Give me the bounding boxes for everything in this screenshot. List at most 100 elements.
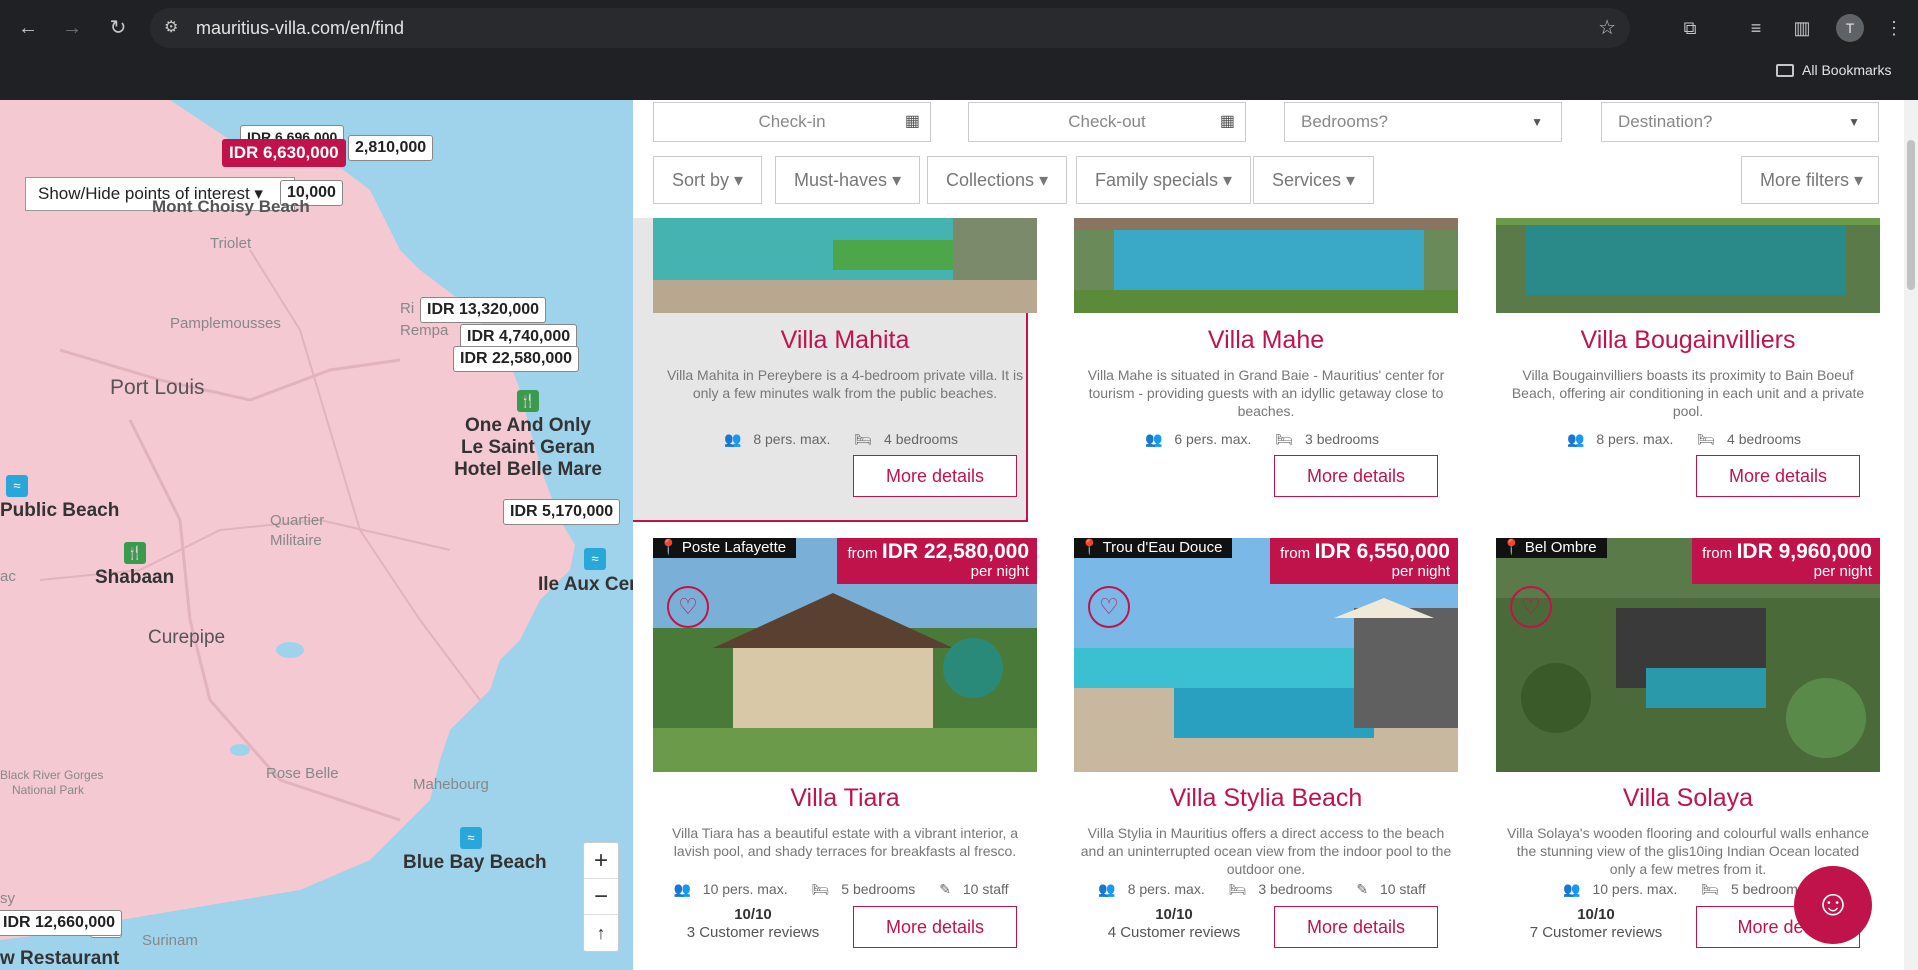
favorite-heart-icon[interactable]: ♡ (667, 586, 709, 628)
toolbar: ← → ↻ ⚙ mauritius-villa.com/en/find ☆ ⧉ … (0, 0, 1918, 56)
more-details-button[interactable]: More details (1696, 455, 1860, 497)
listings-panel: Check-in ▦ Check-out ▦ Bedrooms? ▼ Destinat… (633, 100, 1918, 970)
beach-icon[interactable]: ≈ (584, 548, 606, 570)
price-amount: IDR 9,960,000 (1736, 540, 1872, 563)
listing-name[interactable]: Villa Stylia Beach (1074, 784, 1458, 813)
calendar-icon: ▦ (1219, 113, 1235, 130)
guests-info: 👥 8 pers. max. (724, 431, 831, 447)
sort-by-button[interactable]: Sort by ▾ (653, 156, 763, 204)
listing-meta: 👥 8 pers. max. 🛏 4 bedrooms (1496, 431, 1880, 448)
bedrooms-info: 🛏 4 bedrooms (1697, 431, 1801, 447)
menu-kebab-icon[interactable]: ⋮ (1880, 14, 1908, 42)
location-text: Trou d'Eau Douce (1102, 539, 1223, 556)
caret-down-icon: ▾ (1854, 170, 1864, 190)
listing-name[interactable]: Villa Mahita (653, 326, 1037, 355)
all-bookmarks[interactable]: All Bookmarks (1776, 62, 1891, 78)
scrollbar-thumb[interactable] (1907, 140, 1915, 290)
location-text: Poste Lafayette (681, 539, 787, 556)
staff-info: ✎ 10 staff (1356, 881, 1426, 897)
map-price-marker[interactable]: IDR 13,320,000 (420, 297, 547, 323)
profile-avatar[interactable]: T (1836, 14, 1864, 42)
zoom-in-button[interactable]: + (584, 843, 618, 879)
reviews-count[interactable]: 3 Customer reviews (687, 924, 820, 941)
site-info-icon[interactable]: ⚙ (164, 8, 178, 48)
guests-text: 8 pers. max. (753, 431, 831, 447)
listing-name[interactable]: Villa Tiara (653, 784, 1037, 813)
price-per: per night (1813, 563, 1872, 580)
compass-button[interactable]: ↑ (584, 915, 618, 951)
bookmarks-label: All Bookmarks (1802, 62, 1892, 78)
more-details-button[interactable]: More details (853, 906, 1017, 948)
button-label: Family specials (1095, 170, 1219, 190)
location-tag: 📍 Poste Lafayette (653, 538, 797, 558)
listing-card[interactable]: 📍 Trou d'Eau Douce from IDR 6,550,000 per… (1074, 538, 1458, 958)
map-price-marker[interactable]: IDR 5,170,000 (503, 499, 621, 525)
map-sublabel: Triolet (210, 235, 252, 252)
favorite-heart-icon[interactable]: ♡ (1088, 586, 1130, 628)
map-price-marker-selected[interactable]: IDR 6,630,000 (222, 139, 346, 167)
destination-select[interactable]: Destination? ▼ (1601, 102, 1879, 142)
guests-info: 👥 10 pers. max. (673, 881, 788, 897)
beach-icon[interactable]: ≈ (6, 475, 28, 497)
restaurant-icon[interactable]: 🍴 (517, 390, 539, 412)
side-panel-icon[interactable]: ▥ (1788, 14, 1816, 42)
reload-icon[interactable]: ↻ (104, 14, 132, 42)
map[interactable]: Show/Hide points of interest ▾ IDR 6,696… (0, 100, 633, 970)
bedrooms-text: 3 bedrooms (1258, 881, 1333, 897)
map-sublabel: ac (0, 568, 16, 585)
bedrooms-text: 4 bedrooms (884, 431, 958, 447)
media-icon[interactable]: ≡ (1742, 14, 1770, 42)
rating-score: 10/10 (1577, 906, 1615, 923)
price-amount: IDR 6,550,000 (1314, 540, 1450, 563)
more-filters-button[interactable]: More filters ▾ (1741, 156, 1879, 204)
page-scrollbar[interactable] (1904, 100, 1918, 970)
map-sublabel: Black River Gorges (0, 768, 104, 782)
zoom-out-button[interactable]: − (584, 879, 618, 915)
listing-name[interactable]: Villa Mahe (1074, 326, 1458, 355)
caret-down-icon: ▾ (1039, 170, 1049, 190)
checkout-field[interactable]: Check-out ▦ (968, 102, 1246, 142)
must-haves-button[interactable]: Must-haves ▾ (775, 156, 921, 204)
map-sublabel: National Park (12, 783, 85, 797)
checkin-field[interactable]: Check-in ▦ (653, 102, 931, 142)
favorite-heart-icon[interactable]: ♡ (1510, 586, 1552, 628)
caret-down-icon: ▾ (734, 170, 744, 190)
reviews-count[interactable]: 4 Customer reviews (1108, 924, 1241, 941)
browser-chrome: ← → ↻ ⚙ mauritius-villa.com/en/find ☆ ⧉ … (0, 0, 1918, 100)
chat-widget-icon[interactable]: ☺ (1794, 866, 1872, 944)
extensions-icon[interactable]: ⧉ (1676, 14, 1704, 42)
map-price-marker[interactable]: IDR 12,660,000 (0, 910, 123, 936)
map-label-ile-aux-cerfs: Ile Aux Cer (538, 574, 633, 595)
guests-text: 8 pers. max. (1596, 431, 1674, 447)
map-price-marker[interactable]: IDR 22,580,000 (453, 346, 580, 372)
restaurant-icon[interactable]: 🍴 (124, 542, 146, 564)
map-sublabel: Pamplemousses (170, 315, 281, 332)
map-sublabel: Surinam (142, 932, 198, 949)
forward-icon[interactable]: → (58, 14, 86, 42)
listing-description: Villa Stylia in Mauritius offers a direc… (1080, 825, 1452, 877)
reviews-count[interactable]: 7 Customer reviews (1530, 924, 1663, 941)
bookmark-star-icon[interactable]: ☆ (1598, 8, 1616, 48)
listing-card[interactable]: 📍 Poste Lafayette from IDR 22,580,000 per… (653, 538, 1037, 958)
back-icon[interactable]: ← (14, 14, 42, 42)
url-text: mauritius-villa.com/en/find (196, 18, 405, 38)
collections-button[interactable]: Collections ▾ (927, 156, 1068, 204)
staff-text: 10 staff (1379, 881, 1426, 897)
beach-icon[interactable]: ≈ (460, 827, 482, 849)
more-details-button[interactable]: More details (853, 455, 1017, 497)
more-details-button[interactable]: More details (1274, 906, 1438, 948)
checkin-placeholder: Check-in (758, 112, 826, 131)
listing-meta: 👥 10 pers. max. 🛏 5 bedrooms ✎ 10 staff (653, 881, 1037, 898)
more-details-button[interactable]: More details (1274, 455, 1438, 497)
services-button[interactable]: Services ▾ (1253, 156, 1375, 204)
location-tag: 📍 Trou d'Eau Douce (1074, 538, 1233, 558)
bedrooms-select[interactable]: Bedrooms? ▼ (1284, 102, 1562, 142)
family-specials-button[interactable]: Family specials ▾ (1076, 156, 1252, 204)
listing-name[interactable]: Villa Bougainvilliers (1496, 326, 1880, 355)
caret-down-icon: ▾ (1223, 170, 1233, 190)
address-bar[interactable]: ⚙ mauritius-villa.com/en/find ☆ (150, 8, 1630, 48)
map-price-marker[interactable]: 2,810,000 (348, 135, 434, 161)
caret-down-icon: ▾ (1346, 170, 1356, 190)
guests-info: 👥 8 pers. max. (1567, 431, 1674, 447)
listing-name[interactable]: Villa Solaya (1496, 784, 1880, 813)
